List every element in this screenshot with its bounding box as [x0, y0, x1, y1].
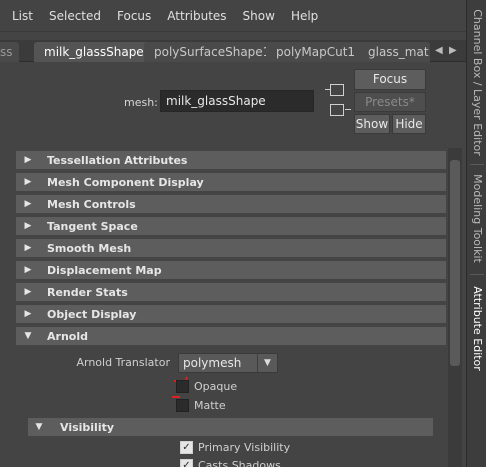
menu-focus[interactable]: Focus: [109, 0, 159, 32]
matte-label: Matte: [194, 399, 226, 412]
node-tab-polysurfaceshape1[interactable]: polySurfaceShape1: [144, 42, 281, 62]
collapse-arrow-icon: ▼: [35, 422, 43, 432]
node-tab-partial[interactable]: ss: [0, 42, 19, 62]
section-mesh-component-display[interactable]: ▶ Mesh Component Display: [16, 173, 446, 191]
expand-arrow-icon: ▶: [24, 265, 32, 275]
attribute-scroll-area: ▶ Tessellation Attributes ▶ Mesh Compone…: [12, 148, 448, 467]
menu-selected[interactable]: Selected: [41, 0, 109, 32]
tab-modeling-toolkit[interactable]: Modeling Toolkit: [467, 170, 486, 266]
tab-scroll-right-icon[interactable]: ▶: [449, 45, 457, 56]
section-title: Object Display: [47, 307, 137, 321]
section-displacement-map[interactable]: ▶ Displacement Map: [16, 261, 446, 279]
opaque-label: Opaque: [194, 380, 238, 393]
expand-arrow-icon: ▶: [24, 287, 32, 297]
load-input-icon[interactable]: [325, 84, 344, 96]
section-tangent-space[interactable]: ▶ Tangent Space: [16, 217, 446, 235]
scrollbar-thumb[interactable]: [450, 160, 460, 366]
section-title: Arnold: [47, 329, 88, 343]
opaque-checkbox[interactable]: [176, 380, 189, 393]
section-title: Smooth Mesh: [47, 241, 132, 255]
expand-arrow-icon: ▶: [24, 177, 32, 187]
section-title: Mesh Component Display: [47, 175, 204, 189]
dropdown-value: polymesh: [183, 356, 242, 370]
expand-arrow-icon: ▶: [24, 155, 32, 165]
load-output-icon[interactable]: [330, 104, 351, 116]
section-tessellation-attributes[interactable]: ▶ Tessellation Attributes: [16, 151, 446, 169]
primary-visibility-label: Primary Visibility: [198, 441, 291, 454]
primary-visibility-checkbox[interactable]: ✓: [180, 441, 193, 454]
mesh-label: mesh:: [124, 96, 158, 109]
menu-attributes[interactable]: Attributes: [159, 0, 234, 32]
expand-arrow-icon: ▶: [24, 221, 32, 231]
tab-attribute-editor[interactable]: Attribute Editor: [467, 282, 486, 374]
menu-show[interactable]: Show: [235, 0, 283, 32]
casts-shadows-label: Casts Shadows: [198, 459, 281, 467]
expand-arrow-icon: ▶: [24, 199, 32, 209]
arnold-translator-label: Arnold Translator: [76, 356, 170, 369]
show-button[interactable]: Show: [354, 114, 390, 134]
menu-bar: List Selected Focus Attributes Show Help: [0, 0, 466, 32]
dropdown-arrow-icon: ▼: [257, 354, 277, 372]
presets-button[interactable]: Presets*: [354, 92, 426, 112]
section-arnold[interactable]: ▼ Arnold: [16, 327, 446, 345]
node-tab-polymapcut1[interactable]: polyMapCut1: [266, 42, 366, 62]
node-tab-milk-glassshape[interactable]: milk_glassShape: [34, 42, 154, 62]
section-title: Mesh Controls: [47, 197, 136, 211]
node-tab-glass-mat[interactable]: glass_mat: [358, 42, 430, 62]
expand-arrow-icon: ▶: [24, 309, 32, 319]
tab-separator: [470, 164, 484, 165]
tab-separator: [470, 274, 484, 275]
tab-scroll-left-icon[interactable]: ◀: [435, 45, 443, 56]
node-tabs: ss milk_glassShape polySurfaceShape1 pol…: [0, 40, 466, 62]
section-object-display[interactable]: ▶ Object Display: [16, 305, 446, 323]
arnold-translator-dropdown[interactable]: polymesh ▼: [178, 353, 278, 373]
hide-button[interactable]: Hide: [392, 114, 426, 134]
tab-channel-box[interactable]: Channel Box / Layer Editor: [467, 8, 486, 156]
expand-arrow-icon: ▶: [24, 243, 32, 253]
side-tab-strip: Channel Box / Layer Editor Modeling Tool…: [466, 0, 486, 467]
section-title: Render Stats: [47, 285, 128, 299]
section-smooth-mesh[interactable]: ▶ Smooth Mesh: [16, 239, 446, 257]
section-visibility[interactable]: ▼ Visibility: [28, 418, 433, 436]
matte-checkbox[interactable]: [176, 399, 189, 412]
focus-button[interactable]: Focus: [354, 69, 426, 90]
collapse-arrow-icon: ▼: [24, 331, 32, 341]
section-mesh-controls[interactable]: ▶ Mesh Controls: [16, 195, 446, 213]
menu-list[interactable]: List: [4, 0, 41, 32]
section-title: Displacement Map: [47, 263, 162, 277]
section-title: Visibility: [60, 420, 115, 434]
section-render-stats[interactable]: ▶ Render Stats: [16, 283, 446, 301]
menu-help[interactable]: Help: [283, 0, 326, 32]
mesh-name-field[interactable]: milk_glassShape: [160, 90, 314, 112]
section-title: Tessellation Attributes: [47, 153, 188, 167]
section-title: Tangent Space: [47, 219, 138, 233]
casts-shadows-checkbox[interactable]: ✓: [180, 459, 193, 467]
